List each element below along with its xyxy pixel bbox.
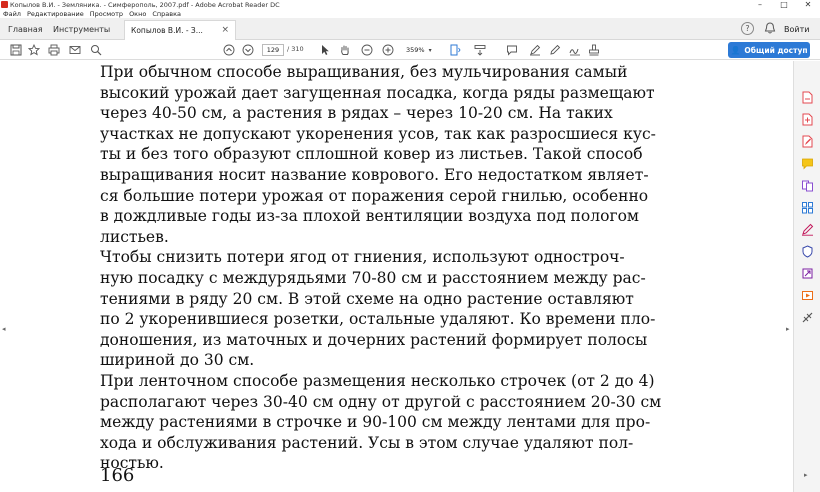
text-line: Чтобы снизить потери ягод от гниения, ис…	[100, 247, 625, 267]
share-button[interactable]: 👤 Общий доступ	[728, 42, 810, 58]
comment-tool-icon[interactable]	[801, 157, 814, 170]
text-line: по 2 укоренившиеся розетки, остальные уд…	[100, 309, 656, 329]
menu-view[interactable]: Просмотр	[90, 10, 123, 18]
hand-tool-icon[interactable]	[337, 42, 353, 58]
stamp-icon[interactable]	[586, 42, 602, 58]
comment-icon[interactable]	[504, 42, 520, 58]
text-line: высокий урожай дает загущенная посадка, …	[100, 82, 655, 102]
text-line: участках не допускают укоренения усов, т…	[100, 123, 656, 143]
text-line: ты и без того образуют сплошной ковер из…	[100, 144, 643, 164]
add-user-icon: 👤	[730, 45, 741, 55]
previous-page-icon[interactable]	[221, 42, 237, 58]
text-line: хода и обслуживания растений. Усы в этом…	[100, 432, 634, 452]
collapse-panel-icon[interactable]: ▸	[804, 471, 808, 479]
menu-help[interactable]: Справка	[152, 10, 181, 18]
tab-document-label: Копылов В.И. - З...	[131, 26, 203, 35]
text-line: тениями в ряду 20 см. В этой схеме на од…	[100, 288, 634, 308]
menu-file[interactable]: Файл	[3, 10, 21, 18]
text-line: располагают через 30-40 см одну от друго…	[100, 391, 662, 411]
page-number-input[interactable]: 129	[262, 44, 284, 56]
tab-close-icon[interactable]: ×	[221, 25, 229, 35]
create-pdf-icon[interactable]	[801, 113, 814, 126]
combine-files-icon[interactable]	[801, 179, 814, 192]
menu-bar: Файл Редактирование Просмотр Окно Справк…	[0, 9, 820, 18]
zoom-level-value: 359%	[406, 46, 425, 54]
window-title: Копылов В.И. - Земляника. - Симферополь,…	[10, 0, 280, 9]
sign-in-link[interactable]: Войти	[784, 18, 809, 40]
select-cursor-icon[interactable]	[317, 42, 333, 58]
text-line: между растениями в строчке и 90-100 см м…	[100, 412, 651, 432]
measure-tools-icon[interactable]	[801, 311, 814, 324]
chevron-down-icon: ▾	[428, 46, 432, 54]
organize-pages-icon[interactable]	[801, 201, 814, 214]
search-icon[interactable]	[88, 42, 104, 58]
save-icon[interactable]	[8, 42, 24, 58]
text-line: ную посадку с междурядьями 70-80 см и ра…	[100, 267, 646, 287]
export-pdf-icon[interactable]	[801, 91, 814, 104]
page-total: / 310	[287, 45, 304, 53]
text-line: выращивания носит название коврового. Ег…	[100, 164, 649, 184]
edit-pdf-icon[interactable]	[801, 135, 814, 148]
bell-icon[interactable]	[762, 21, 778, 35]
help-icon[interactable]: ?	[741, 22, 754, 35]
menu-window[interactable]: Окно	[129, 10, 146, 18]
page-number-label: 166	[100, 465, 135, 486]
text-line: в дождливые годы из-за плохой вентиляции…	[100, 206, 640, 226]
title-bar: Копылов В.И. - Земляника. - Симферополь,…	[0, 0, 820, 9]
share-button-label: Общий доступ	[744, 45, 808, 55]
email-icon[interactable]	[67, 42, 83, 58]
next-page-icon[interactable]	[240, 42, 256, 58]
main-toolbar: 129 / 310 359% ▾ 👤 Общий доступ	[0, 40, 820, 60]
zoom-out-icon[interactable]	[359, 42, 375, 58]
window-controls: – □ ✕	[748, 0, 820, 9]
left-panel-toggle-icon[interactable]: ◂	[2, 325, 6, 333]
draw-icon[interactable]	[547, 42, 563, 58]
right-tools-panel: ▸	[793, 61, 820, 492]
text-line: шириной до 30 см.	[100, 350, 255, 370]
scroll-mode-icon[interactable]	[472, 42, 488, 58]
right-panel-toggle-icon[interactable]: ▸	[786, 325, 790, 333]
star-icon[interactable]	[26, 42, 42, 58]
text-line: ся большие потери урожая от поражения се…	[100, 185, 649, 205]
text-line: через 40-50 см, а растения в рядах – чер…	[100, 103, 613, 123]
highlight-pen-icon[interactable]	[527, 42, 543, 58]
menu-edit[interactable]: Редактирование	[27, 10, 84, 18]
zoom-level-select[interactable]: 359% ▾	[402, 44, 432, 56]
document-view[interactable]: ◂ При обычном способе выращивания, без м…	[0, 61, 793, 492]
text-line: При обычном способе выращивания, без мул…	[100, 62, 628, 81]
maximize-button[interactable]: □	[772, 0, 796, 9]
minimize-button[interactable]: –	[748, 0, 772, 9]
acrobat-app-icon	[1, 1, 8, 8]
rich-media-icon[interactable]	[801, 289, 814, 302]
text-line: листьев.	[100, 226, 169, 246]
page-text: При обычном способе выращивания, без мул…	[100, 62, 672, 474]
tab-row: Главная Инструменты Копылов В.И. - З... …	[0, 18, 820, 40]
text-line: доношения, из маточных и дочерних растен…	[100, 329, 648, 349]
fit-page-icon[interactable]	[447, 42, 463, 58]
protect-shield-icon[interactable]	[801, 245, 814, 258]
fill-sign-icon[interactable]	[801, 223, 814, 236]
sign-icon[interactable]	[567, 42, 583, 58]
tab-home[interactable]: Главная	[8, 18, 43, 40]
zoom-in-icon[interactable]	[380, 42, 396, 58]
text-line: При ленточном способе размещения несколь…	[100, 370, 655, 390]
close-window-button[interactable]: ✕	[796, 0, 820, 9]
text-line: ностью.	[100, 453, 164, 473]
print-icon[interactable]	[46, 42, 62, 58]
send-review-icon[interactable]	[801, 267, 814, 280]
tab-tools[interactable]: Инструменты	[53, 18, 110, 40]
tab-document[interactable]: Копылов В.И. - З... ×	[124, 20, 236, 40]
